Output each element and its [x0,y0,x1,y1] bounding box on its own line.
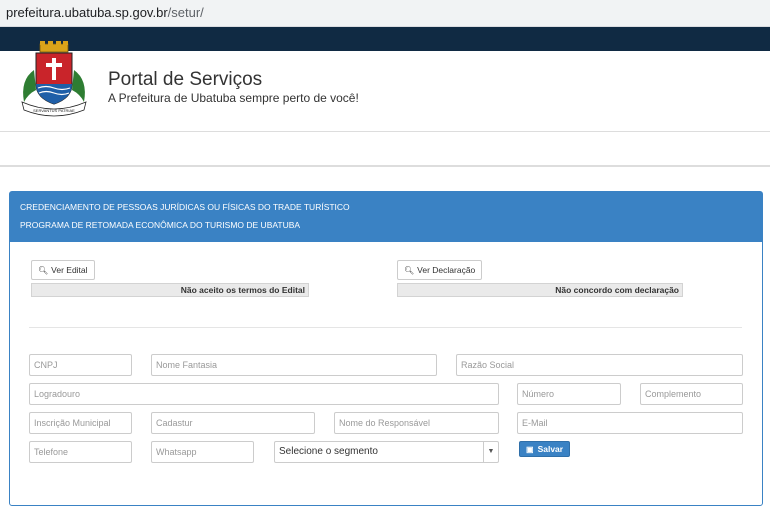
registration-panel: CREDENCIAMENTO DE PESSOAS JURÍDICAS OU F… [9,191,763,506]
numero-input[interactable] [517,383,621,405]
top-band [0,27,770,51]
email-input[interactable] [517,412,743,434]
search-icon: 🔍︎ [404,265,415,275]
floppy-disk-icon: ▣ [526,444,534,454]
edital-terms-toggle[interactable]: Não aceito os termos do Edital [31,283,309,297]
nome-responsavel-input[interactable] [334,412,499,434]
panel-heading-line1: CREDENCIAMENTO DE PESSOAS JURÍDICAS OU F… [20,202,350,212]
segmento-selected-value: Selecione o segmento [279,446,378,457]
nav-divider [0,165,770,167]
whatsapp-input[interactable] [151,441,254,463]
telefone-input[interactable] [29,441,132,463]
url-path: /setur/ [167,5,204,20]
ubatuba-coat-of-arms-logo: SERVANTUS PATRIAE [21,41,87,117]
complemento-input[interactable] [640,383,743,405]
salvar-label: Salvar [537,444,564,454]
inscricao-municipal-input[interactable] [29,412,132,434]
portal-title: Portal de Serviços [108,69,263,90]
segmento-select[interactable]: Selecione o segmento ▼ [274,441,499,463]
form-divider [29,327,742,328]
search-icon: 🔍︎ [38,265,49,275]
ver-declaracao-label: Ver Declaração [417,265,476,275]
ver-edital-button[interactable]: 🔍︎ Ver Edital [31,260,95,280]
header-divider [0,131,770,132]
chevron-down-icon: ▼ [483,442,498,462]
ver-declaracao-button[interactable]: 🔍︎ Ver Declaração [397,260,483,280]
ver-edital-label: Ver Edital [51,265,88,275]
svg-text:SERVANTUS PATRIAE: SERVANTUS PATRIAE [33,108,75,113]
cnpj-input[interactable] [29,354,132,376]
cadastur-input[interactable] [151,412,315,434]
url-text[interactable]: prefeitura.ubatuba.sp.gov.br/setur/ [6,5,204,20]
portal-subtitle: A Prefeitura de Ubatuba sempre perto de … [108,91,359,105]
logradouro-input[interactable] [29,383,499,405]
razao-social-input[interactable] [456,354,743,376]
browser-address-bar[interactable]: prefeitura.ubatuba.sp.gov.br/setur/ [0,0,770,27]
nome-fantasia-input[interactable] [151,354,437,376]
salvar-button[interactable]: ▣ Salvar [519,441,571,457]
declaracao-toggle[interactable]: Não concordo com declaração [397,283,683,297]
url-host: prefeitura.ubatuba.sp.gov.br [6,5,168,20]
panel-heading: CREDENCIAMENTO DE PESSOAS JURÍDICAS OU F… [10,192,762,242]
panel-heading-line2: PROGRAMA DE RETOMADA ECONÔMICA DO TURISM… [20,220,301,230]
